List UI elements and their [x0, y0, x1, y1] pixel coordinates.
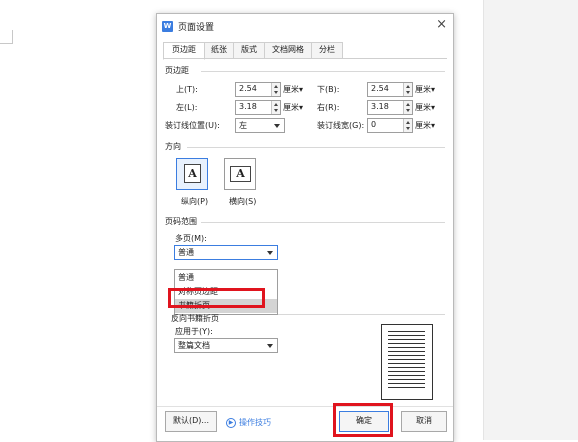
top-margin-label: 上(T): — [176, 85, 198, 94]
top-margin-value: 2.54 — [239, 84, 257, 93]
right-margin-unit[interactable]: 厘米▾ — [415, 102, 435, 113]
dialog-title: 页面设置 — [178, 23, 215, 33]
preview-line — [388, 363, 425, 364]
left-margin-spinner[interactable]: 3.18 — [235, 100, 281, 115]
page-range-section-title: 页码范围 — [165, 217, 197, 226]
preview-line — [388, 367, 425, 368]
orientation-section-rule — [187, 147, 445, 148]
spinner-arrows-icon[interactable] — [403, 101, 412, 114]
apply-to-value: 整篇文档 — [178, 341, 210, 350]
page-range-section-rule — [201, 222, 445, 223]
tips-link[interactable]: ▶ 操作技巧 — [226, 417, 271, 428]
footer-divider — [157, 406, 453, 407]
top-margin-spinner[interactable]: 2.54 — [235, 82, 281, 97]
preview-section-rule — [277, 314, 445, 315]
dropdown-option-normal[interactable]: 普通 — [175, 271, 277, 285]
dialog-titlebar[interactable]: W 页面设置 × — [157, 14, 453, 38]
left-margin-value: 3.18 — [239, 102, 257, 111]
margins-section-title: 页边距 — [165, 66, 189, 75]
tab-divider — [163, 58, 447, 59]
gutter-position-value: 左 — [239, 121, 247, 130]
page-preview — [381, 324, 433, 400]
landscape-option[interactable]: A — [224, 158, 256, 190]
dropdown-option-reverse-book-fold[interactable]: 反向书籍折页 — [171, 313, 219, 324]
preview-line — [388, 379, 425, 380]
multiple-pages-select[interactable]: 普通 — [174, 245, 278, 260]
apply-to-select[interactable]: 整篇文档 — [174, 338, 278, 353]
gutter-width-label: 装订线宽(G): — [317, 121, 365, 130]
tab-document-grid[interactable]: 文档网格 — [264, 42, 312, 59]
wps-writer-icon: W — [162, 21, 173, 32]
spinner-arrows-icon[interactable] — [271, 83, 280, 96]
preview-line — [388, 339, 425, 340]
tab-layout[interactable]: 版式 — [233, 42, 265, 59]
landscape-page-icon: A — [230, 166, 251, 182]
left-margin-unit[interactable]: 厘米▾ — [283, 102, 303, 113]
default-button[interactable]: 默认(D)... — [165, 411, 217, 432]
preview-line — [388, 331, 425, 332]
preview-line — [388, 351, 425, 352]
preview-line — [388, 343, 425, 344]
spinner-arrows-icon[interactable] — [403, 83, 412, 96]
gutter-width-value: 0 — [371, 120, 377, 129]
portrait-label: 纵向(P) — [181, 197, 209, 206]
tab-columns[interactable]: 分栏 — [311, 42, 343, 59]
spinner-arrows-icon[interactable] — [271, 101, 280, 114]
tips-link-label: 操作技巧 — [239, 418, 271, 427]
highlight-book-fold — [168, 288, 265, 308]
preview-line — [388, 355, 425, 356]
chevron-down-icon — [267, 344, 273, 348]
preview-line — [388, 383, 425, 384]
margins-section-rule — [201, 71, 445, 72]
highlight-ok-button — [333, 403, 393, 437]
preview-line — [388, 335, 425, 336]
top-margin-unit[interactable]: 厘米▾ — [283, 84, 303, 95]
portrait-page-icon: A — [184, 164, 201, 183]
right-margin-label: 右(R): — [317, 103, 340, 112]
chevron-down-icon — [274, 124, 280, 128]
portrait-option[interactable]: A — [176, 158, 208, 190]
right-margin-value: 3.18 — [371, 102, 389, 111]
tab-paper[interactable]: 纸张 — [204, 42, 234, 59]
close-icon[interactable]: × — [436, 17, 447, 32]
right-margin-spinner[interactable]: 3.18 — [367, 100, 413, 115]
gutter-position-label: 装订线位置(U): — [165, 121, 220, 130]
right-side-panel — [483, 0, 578, 440]
preview-line — [388, 387, 425, 388]
preview-line — [388, 359, 425, 360]
preview-line — [388, 347, 425, 348]
orientation-section-title: 方向 — [165, 142, 181, 151]
bottom-margin-value: 2.54 — [371, 84, 389, 93]
gutter-width-spinner[interactable]: 0 — [367, 118, 413, 133]
bottom-margin-unit[interactable]: 厘米▾ — [415, 84, 435, 95]
bottom-margin-label: 下(B): — [317, 85, 340, 94]
preview-line — [388, 375, 425, 376]
gutter-position-select[interactable]: 左 — [235, 118, 285, 133]
chevron-down-icon — [267, 251, 273, 255]
multiple-pages-label: 多页(M): — [175, 234, 207, 243]
preview-line — [388, 371, 425, 372]
bottom-margin-spinner[interactable]: 2.54 — [367, 82, 413, 97]
gutter-width-unit[interactable]: 厘米▾ — [415, 120, 435, 131]
left-margin-label: 左(L): — [176, 103, 198, 112]
spinner-arrows-icon[interactable] — [403, 119, 412, 132]
landscape-label: 横向(S) — [229, 197, 257, 206]
play-icon: ▶ — [226, 417, 236, 428]
page-corner-mark — [0, 30, 13, 44]
multiple-pages-value: 普通 — [178, 248, 194, 257]
page-setup-dialog: W 页面设置 × 页边距 纸张 版式 文档网格 分栏 页边距 上(T): 2.5… — [156, 13, 454, 442]
cancel-button[interactable]: 取消 — [401, 411, 447, 432]
apply-to-label: 应用于(Y): — [175, 327, 213, 336]
